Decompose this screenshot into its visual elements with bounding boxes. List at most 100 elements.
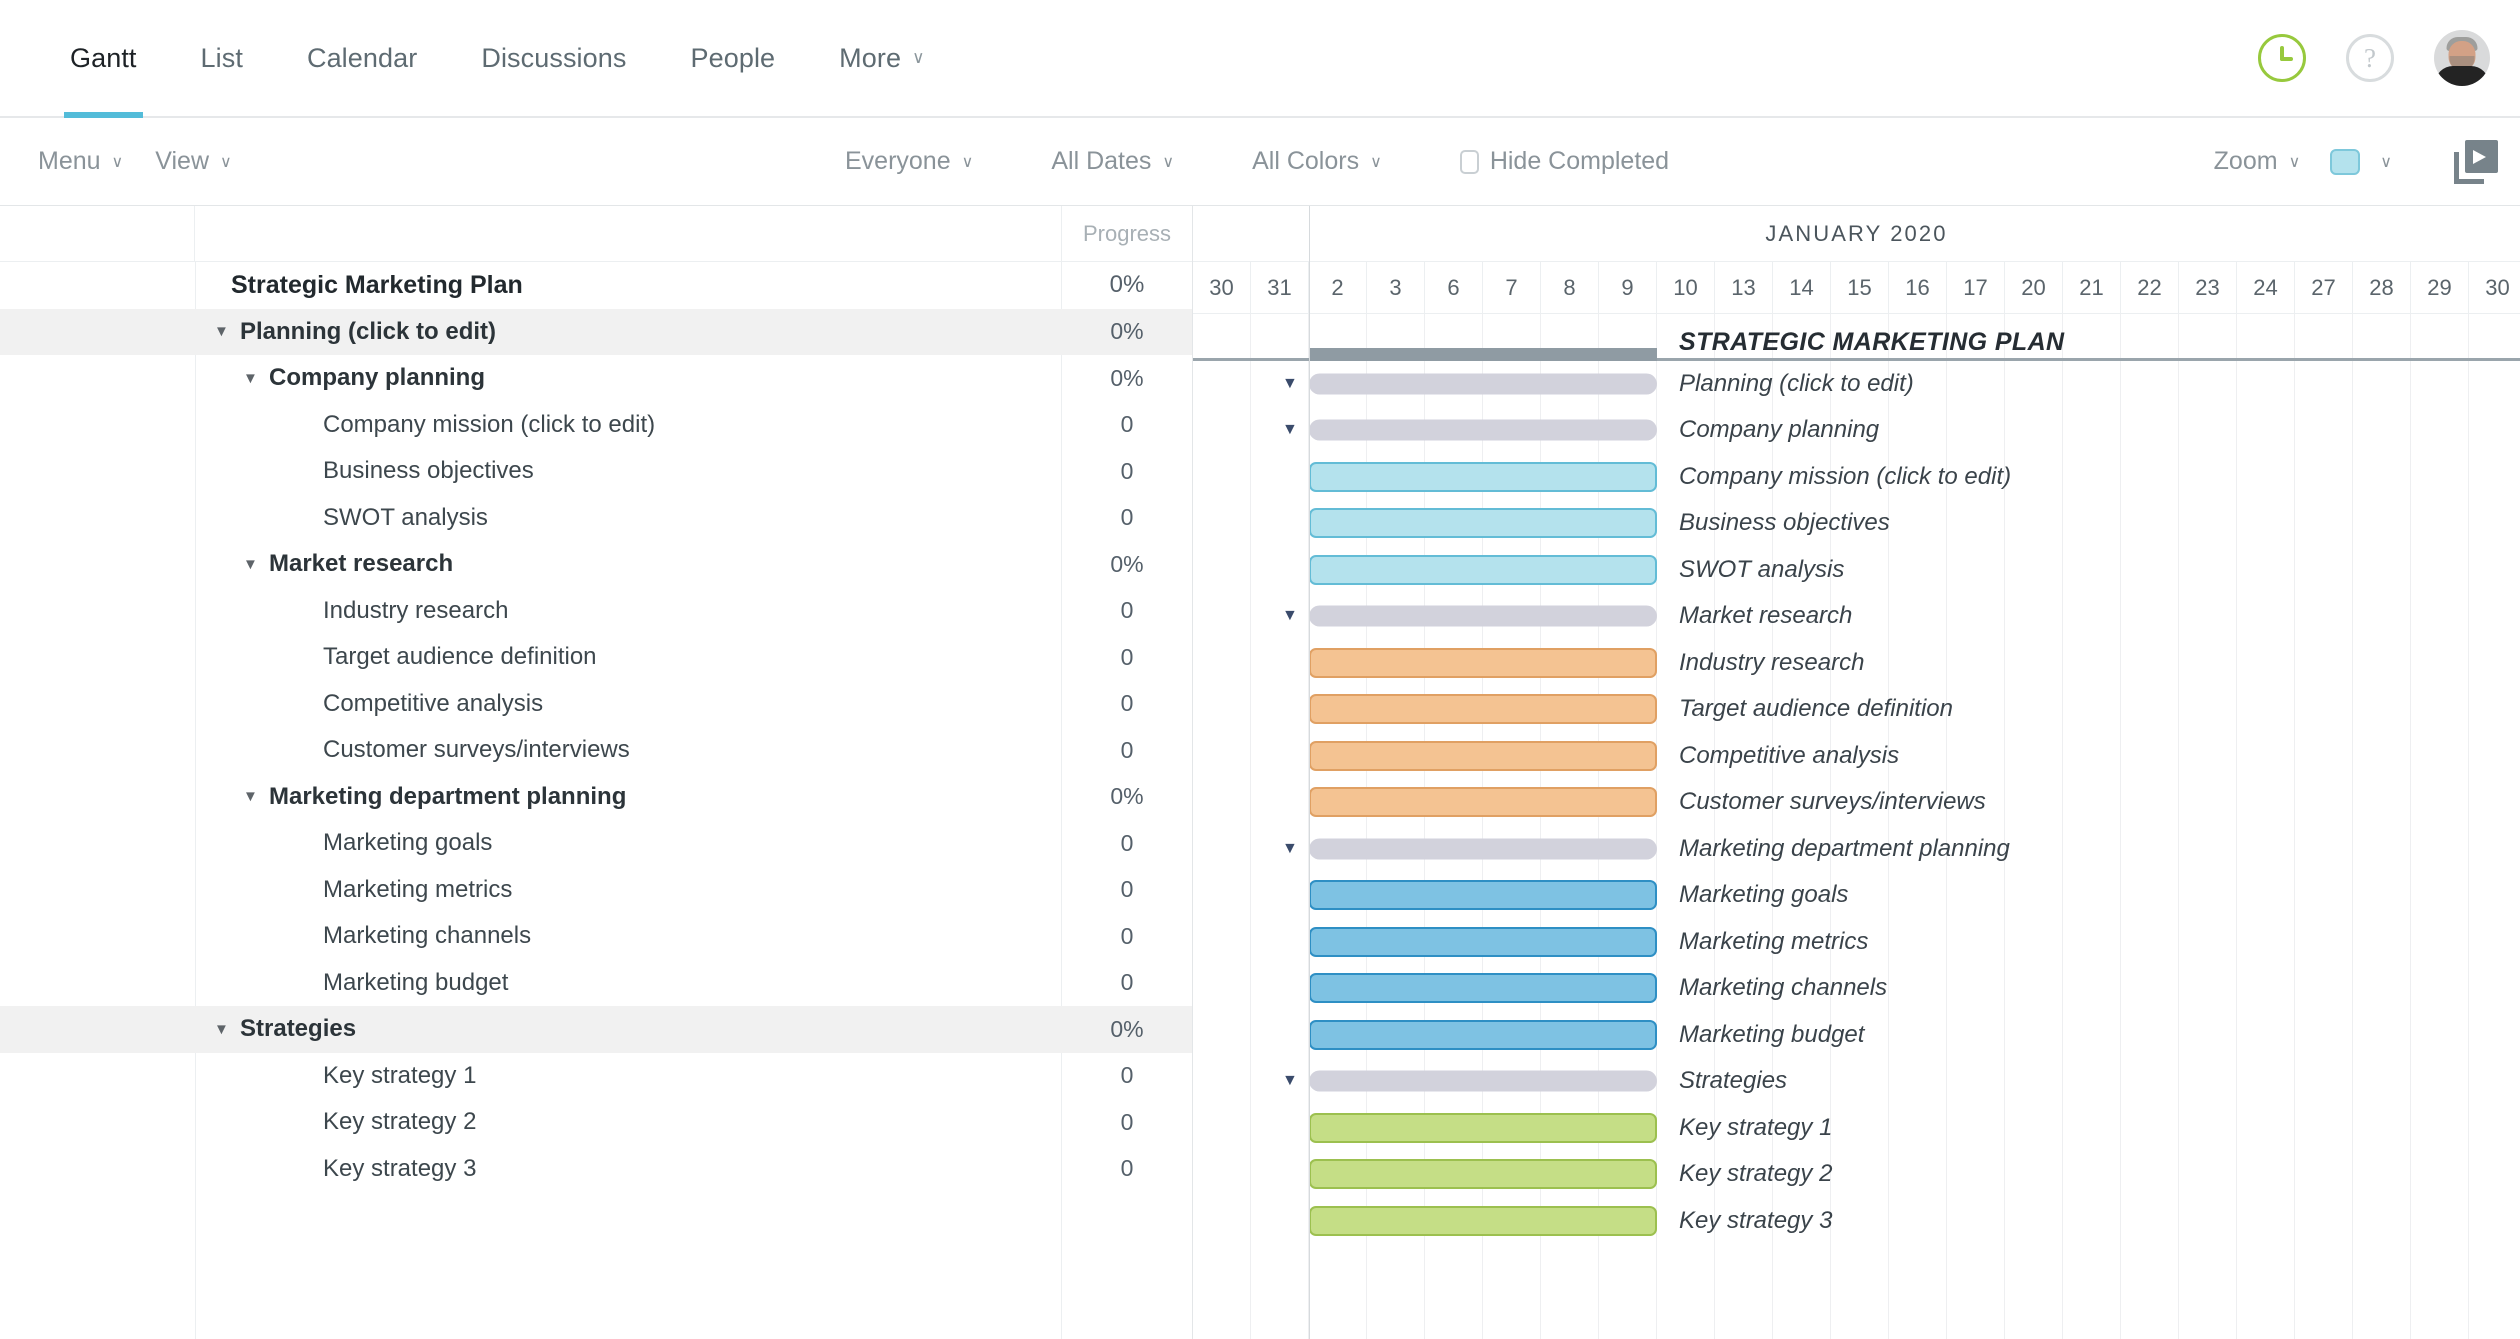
color-swatch[interactable]: [2330, 148, 2361, 175]
task-bar[interactable]: [1309, 647, 1657, 678]
task-name-cell[interactable]: SWOT analysis: [195, 504, 1062, 532]
all-dates-filter-dropdown[interactable]: All Dates ∨: [1051, 147, 1174, 176]
task-bar[interactable]: [1309, 694, 1657, 725]
collapse-triangle-icon[interactable]: ▼: [243, 789, 269, 804]
table-row[interactable]: Target audience definition 0: [0, 634, 1192, 681]
task-name-cell[interactable]: Target audience definition: [195, 643, 1062, 671]
menu-dropdown[interactable]: Menu ∨: [38, 147, 123, 176]
table-row[interactable]: ▼ Planning (click to edit) 0%: [0, 308, 1192, 355]
progress-cell[interactable]: 0: [1062, 1155, 1192, 1182]
hide-completed-checkbox[interactable]: [1459, 149, 1479, 174]
bar-collapse-triangle-icon[interactable]: ▼: [1282, 422, 1298, 438]
table-row[interactable]: Marketing metrics 0: [0, 867, 1192, 914]
table-row[interactable]: Customer surveys/interviews 0: [0, 727, 1192, 774]
table-row[interactable]: Business objectives 0: [0, 448, 1192, 495]
hide-completed-toggle[interactable]: Hide Completed: [1459, 147, 1669, 176]
task-bar[interactable]: [1309, 740, 1657, 771]
summary-bar[interactable]: [1309, 1070, 1657, 1092]
progress-cell[interactable]: 0: [1062, 969, 1192, 996]
table-row[interactable]: ▼ Market research 0%: [0, 541, 1192, 588]
color-picker-dropdown[interactable]: ∨: [2330, 148, 2392, 175]
task-name-cell[interactable]: ▼ Planning (click to edit): [195, 318, 1062, 346]
tab-list[interactable]: List: [169, 0, 275, 116]
task-name-cell[interactable]: Marketing channels: [195, 922, 1062, 950]
table-row[interactable]: Industry research 0: [0, 588, 1192, 635]
table-row[interactable]: Key strategy 1 0: [0, 1053, 1192, 1100]
tab-calendar[interactable]: Calendar: [275, 0, 449, 116]
task-name-cell[interactable]: Customer surveys/interviews: [195, 736, 1062, 764]
progress-cell[interactable]: 0%: [1062, 1016, 1192, 1043]
progress-cell[interactable]: 0: [1062, 690, 1192, 717]
tab-gantt[interactable]: Gantt: [38, 0, 169, 119]
task-bar[interactable]: [1309, 554, 1657, 585]
task-bar[interactable]: [1309, 1159, 1657, 1190]
task-bar[interactable]: [1309, 1019, 1657, 1050]
table-row[interactable]: Key strategy 2 0: [0, 1099, 1192, 1146]
task-name-cell[interactable]: Industry research: [195, 597, 1062, 625]
progress-cell[interactable]: 0: [1062, 644, 1192, 671]
table-row[interactable]: Marketing budget 0: [0, 960, 1192, 1007]
task-bar[interactable]: [1309, 1205, 1657, 1236]
progress-cell[interactable]: 0%: [1062, 365, 1192, 392]
progress-cell[interactable]: 0: [1062, 597, 1192, 624]
tab-discussions[interactable]: Discussions: [449, 0, 658, 116]
task-name-cell[interactable]: ▼ Strategies: [195, 1015, 1062, 1043]
task-name-cell[interactable]: Company mission (click to edit): [195, 411, 1062, 439]
progress-cell[interactable]: 0: [1062, 830, 1192, 857]
progress-cell[interactable]: 0: [1062, 458, 1192, 485]
task-name-cell[interactable]: ▼ Marketing department planning: [195, 783, 1062, 811]
table-row[interactable]: Company mission (click to edit) 0: [0, 402, 1192, 449]
progress-cell[interactable]: 0%: [1062, 551, 1192, 578]
task-name-cell[interactable]: Key strategy 1: [195, 1062, 1062, 1090]
task-name-cell[interactable]: Business objectives: [195, 457, 1062, 485]
progress-cell[interactable]: 0: [1062, 876, 1192, 903]
summary-bar[interactable]: [1309, 419, 1657, 441]
task-bar[interactable]: [1309, 973, 1657, 1004]
everyone-filter-dropdown[interactable]: Everyone ∨: [845, 147, 973, 176]
progress-cell[interactable]: 0: [1062, 737, 1192, 764]
project-summary-bar[interactable]: [1309, 347, 1657, 361]
task-bar[interactable]: [1309, 880, 1657, 911]
progress-cell[interactable]: 0: [1062, 411, 1192, 438]
bar-collapse-triangle-icon[interactable]: ▼: [1282, 608, 1298, 624]
summary-bar[interactable]: [1309, 838, 1657, 860]
timer-icon[interactable]: [2258, 34, 2306, 82]
progress-cell[interactable]: 0: [1062, 1062, 1192, 1089]
task-name-cell[interactable]: ▼ Market research: [195, 550, 1062, 578]
task-bar[interactable]: [1309, 1112, 1657, 1143]
task-bar[interactable]: [1309, 787, 1657, 818]
bar-collapse-triangle-icon[interactable]: ▼: [1282, 1073, 1298, 1089]
task-name-cell[interactable]: ▼ Company planning: [195, 364, 1062, 392]
task-name-cell[interactable]: Key strategy 3: [195, 1155, 1062, 1183]
avatar[interactable]: [2434, 30, 2490, 86]
presentation-icon[interactable]: [2454, 139, 2498, 184]
summary-bar[interactable]: [1309, 605, 1657, 627]
table-row[interactable]: ▼ Marketing department planning 0%: [0, 774, 1192, 821]
zoom-dropdown[interactable]: Zoom ∨: [2214, 147, 2301, 176]
help-icon[interactable]: ?: [2346, 34, 2394, 82]
progress-cell[interactable]: 0: [1062, 1109, 1192, 1136]
table-row[interactable]: ▼ Company planning 0%: [0, 355, 1192, 402]
progress-cell[interactable]: 0: [1062, 923, 1192, 950]
table-row[interactable]: Competitive analysis 0: [0, 681, 1192, 728]
collapse-triangle-icon[interactable]: ▼: [243, 557, 269, 572]
task-bar[interactable]: [1309, 461, 1657, 492]
task-name-cell[interactable]: Marketing budget: [195, 969, 1062, 997]
progress-cell[interactable]: 0%: [1062, 271, 1192, 299]
bar-collapse-triangle-icon[interactable]: ▼: [1282, 840, 1298, 857]
task-name-cell[interactable]: Strategic Marketing Plan: [195, 271, 1062, 300]
table-row[interactable]: Marketing channels 0: [0, 913, 1192, 960]
table-row[interactable]: Marketing goals 0: [0, 820, 1192, 867]
all-colors-filter-dropdown[interactable]: All Colors ∨: [1252, 147, 1382, 176]
table-row[interactable]: ▼ Strategies 0%: [0, 1006, 1192, 1053]
summary-bar[interactable]: [1309, 373, 1657, 395]
collapse-triangle-icon[interactable]: ▼: [243, 371, 269, 386]
tab-more[interactable]: More ∨: [807, 0, 956, 116]
task-bar[interactable]: [1309, 926, 1657, 957]
progress-cell[interactable]: 0: [1062, 504, 1192, 531]
progress-cell[interactable]: 0%: [1062, 318, 1192, 345]
table-row[interactable]: Key strategy 3 0: [0, 1146, 1192, 1193]
tab-people[interactable]: People: [659, 0, 808, 116]
table-row[interactable]: SWOT analysis 0: [0, 495, 1192, 542]
collapse-triangle-icon[interactable]: ▼: [214, 324, 240, 339]
